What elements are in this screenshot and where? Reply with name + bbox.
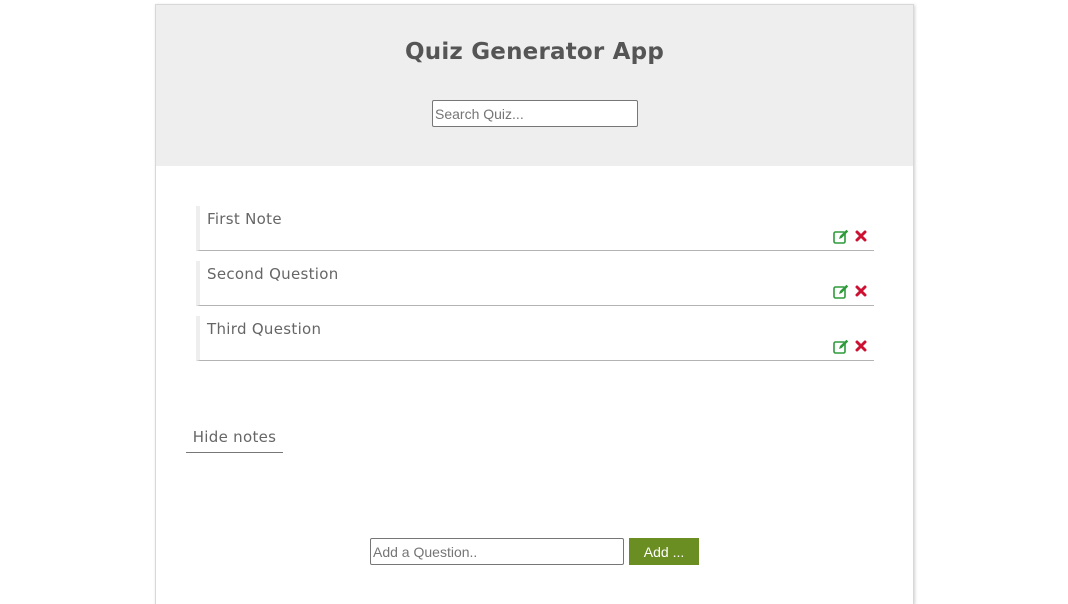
note-text: Second Question xyxy=(207,265,339,283)
close-icon[interactable] xyxy=(853,338,869,354)
list-item: Third Question xyxy=(196,316,874,361)
app-header: Quiz Generator App xyxy=(156,5,913,166)
list-item: First Note xyxy=(196,206,874,251)
note-text: First Note xyxy=(207,210,282,228)
add-question-input[interactable] xyxy=(370,538,624,565)
quiz-app-panel: Quiz Generator App First Note xyxy=(155,4,914,604)
edit-icon[interactable] xyxy=(833,228,849,244)
close-icon[interactable] xyxy=(853,228,869,244)
search-input[interactable] xyxy=(432,100,638,127)
note-actions xyxy=(833,338,869,354)
close-icon[interactable] xyxy=(853,283,869,299)
note-text: Third Question xyxy=(207,320,322,338)
edit-icon[interactable] xyxy=(833,283,849,299)
hide-notes-toggle[interactable]: Hide notes xyxy=(186,428,283,453)
add-button[interactable]: Add ... xyxy=(629,538,699,565)
note-actions xyxy=(833,283,869,299)
list-item: Second Question xyxy=(196,261,874,306)
edit-icon[interactable] xyxy=(833,338,849,354)
notes-list: First Note Second Question Third Questio… xyxy=(196,206,874,371)
note-actions xyxy=(833,228,869,244)
page-title: Quiz Generator App xyxy=(405,39,664,65)
